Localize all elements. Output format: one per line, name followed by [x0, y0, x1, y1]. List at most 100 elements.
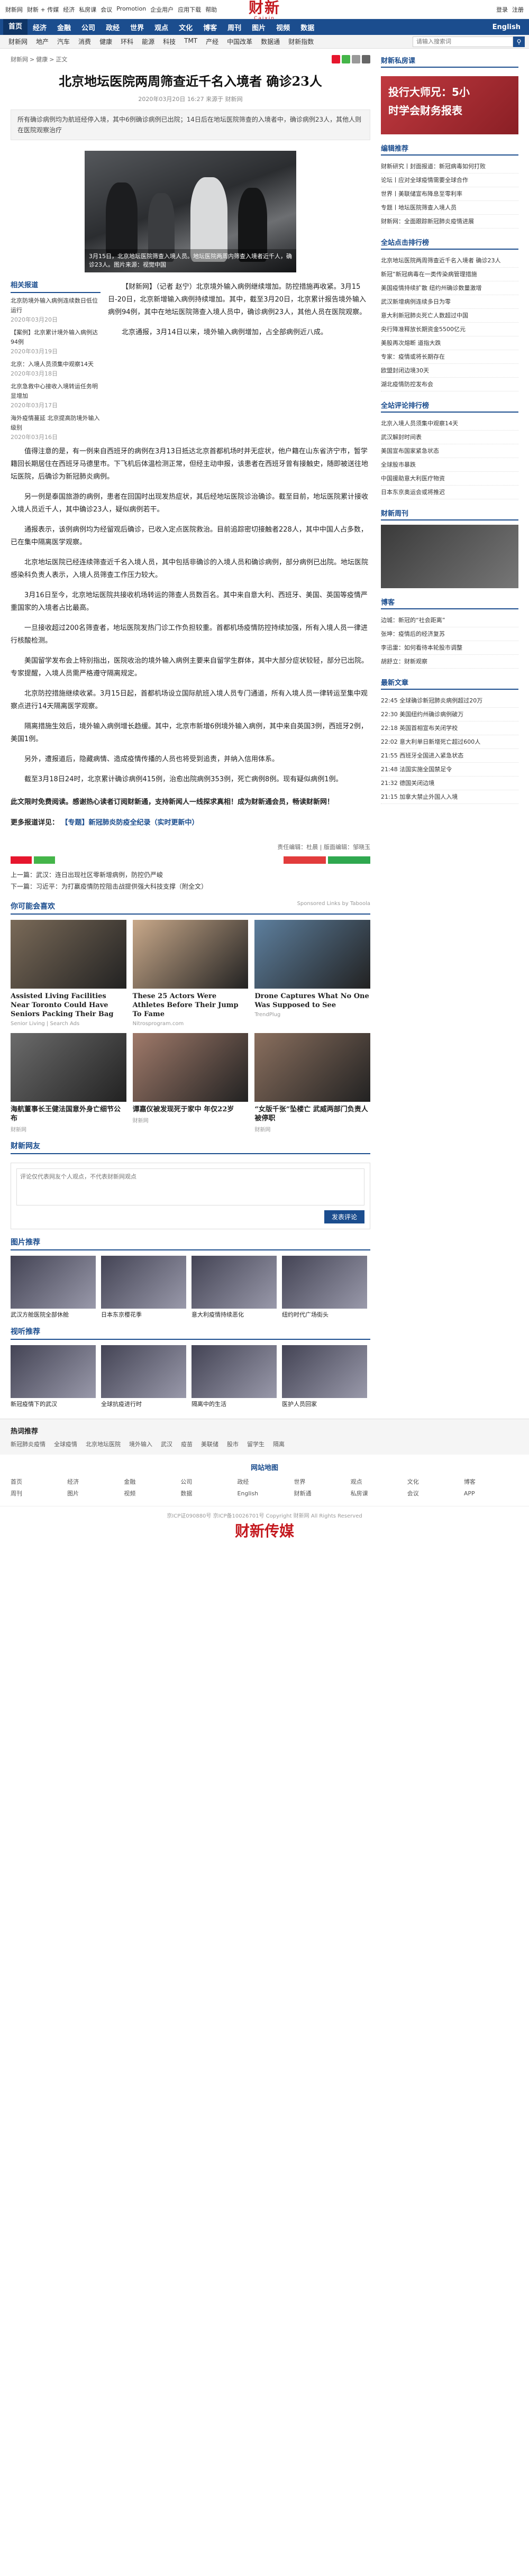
gallery-item[interactable]: 日本东京樱花季 — [101, 1256, 186, 1319]
sitemap-link[interactable]: 世界 — [294, 1477, 349, 1487]
sitemap-link[interactable]: 私房课 — [351, 1489, 405, 1499]
latest-rank-item[interactable]: 欧盟封闭边境30天 — [381, 364, 518, 378]
hot-word[interactable]: 武汉 — [161, 1440, 172, 1448]
sitemap-link[interactable]: 首页 — [11, 1477, 65, 1487]
top-link[interactable]: 私房课 — [79, 5, 96, 14]
latest-rank-item[interactable]: 专家：疫情或将长期存在 — [381, 350, 518, 364]
related-item-title[interactable]: 【案例】北京累计境外输入病例达94例 — [11, 328, 101, 347]
top-link[interactable]: 经济 — [63, 5, 75, 14]
print-icon[interactable] — [362, 55, 370, 63]
editor-pick-item[interactable]: 财新研究丨封面报道：新冠病毒如何打败 — [381, 160, 518, 173]
nav-item[interactable]: 经济 — [28, 22, 52, 32]
breadcrumb-item[interactable]: 财新网 — [11, 56, 28, 63]
gallery-thumb[interactable] — [101, 1256, 186, 1309]
breadcrumb-item[interactable]: 健康 — [36, 56, 48, 63]
sub-nav-item[interactable]: 汽车 — [53, 37, 74, 46]
sitemap-link[interactable]: 数据 — [180, 1489, 235, 1499]
comment-rank-item[interactable]: 全球股市暴跌 — [381, 458, 518, 472]
news-item[interactable]: 21:32 德国关闭边境 — [381, 777, 518, 790]
next-link[interactable]: 下一篇：习近平：为打赢疫情防控阻击战提供强大科技支撑（附全文） — [11, 881, 370, 892]
editor-pick-item[interactable]: 专题丨地坛医院筛查入境人员 — [381, 201, 518, 215]
related-item[interactable]: 【案例】北京累计境外输入病例达94例 2020年03月19日 — [11, 328, 101, 357]
news-item[interactable]: 22:02 意大利单日新增死亡超过600人 — [381, 735, 518, 749]
sitemap-link[interactable]: 公司 — [180, 1477, 235, 1487]
latest-rank-item[interactable]: 新冠”新冠病毒在一类传染病管理措施 — [381, 268, 518, 281]
top-link[interactable]: 帮助 — [205, 5, 217, 14]
gallery-item[interactable]: 纽约时代广场街头 — [282, 1256, 367, 1319]
weibo-share-icon[interactable] — [11, 856, 32, 864]
comment-rank-item[interactable]: 武汉解封时间表 — [381, 431, 518, 444]
sitemap-link[interactable]: 金融 — [124, 1477, 178, 1487]
brand-logo[interactable]: 财新 Caixin — [249, 0, 280, 21]
latest-rank-item[interactable]: 意大利新冠肺炎死亡人数超过中国 — [381, 309, 518, 323]
news-item[interactable]: 21:55 西班牙全国进入紧急状态 — [381, 749, 518, 763]
nav-item[interactable]: 世界 — [125, 22, 149, 32]
top-link[interactable]: 财新 + 传媒 — [27, 5, 59, 14]
ad-card[interactable]: Drone Captures What No One Was Supposed … — [254, 920, 370, 1027]
news-item[interactable]: 21:48 法国实施全国禁足令 — [381, 763, 518, 777]
weekly-cover[interactable] — [381, 525, 518, 588]
weibo-icon[interactable] — [332, 55, 340, 63]
gallery-caption[interactable]: 纽约时代广场街头 — [282, 1311, 367, 1319]
search-icon[interactable]: ⚲ — [513, 36, 525, 47]
top-link[interactable]: 企业用户 — [150, 5, 174, 14]
sub-nav-item[interactable]: 消费 — [74, 37, 95, 46]
top-link[interactable]: 会议 — [101, 5, 112, 14]
nav-item[interactable]: 视频 — [271, 22, 295, 32]
hot-word[interactable]: 境外输入 — [129, 1440, 152, 1448]
sitemap-link[interactable]: 经济 — [67, 1477, 122, 1487]
ad-title[interactable]: “女版千张”坠楼亡 武威两部门负责人被停职 — [254, 1105, 370, 1123]
video-caption[interactable]: 全球抗疫进行时 — [101, 1400, 186, 1408]
gallery-item[interactable]: 意大利疫情持续恶化 — [191, 1256, 277, 1319]
top-link[interactable]: 财新网 — [5, 5, 23, 14]
video-thumb[interactable] — [191, 1345, 277, 1398]
sub-nav-item[interactable]: 健康 — [95, 37, 116, 46]
video-item[interactable]: 全球抗疫进行时 — [101, 1345, 186, 1408]
hot-word[interactable]: 疫苗 — [181, 1440, 193, 1448]
ad-title[interactable]: Assisted Living Facilities Near Toronto … — [11, 992, 126, 1019]
ad-image[interactable] — [11, 1033, 126, 1102]
comment-rank-item[interactable]: 中国援助意大利医疗物资 — [381, 472, 518, 486]
blog-item[interactable]: 李迅雷：如何看待本轮股市调整 — [381, 641, 518, 655]
ad-card[interactable]: 谭嘉仪被发现死于家中 年仅22岁 财新网 — [132, 1033, 249, 1133]
ad-card[interactable]: Assisted Living Facilities Near Toronto … — [11, 920, 126, 1027]
ad-image[interactable] — [132, 1033, 249, 1102]
sub-nav-item[interactable]: 财新指数 — [284, 37, 318, 46]
nav-item[interactable]: 首页 — [3, 19, 28, 35]
gallery-caption[interactable]: 意大利疫情持续恶化 — [191, 1311, 277, 1319]
wechat-share-icon[interactable] — [34, 856, 55, 864]
sub-nav-item[interactable]: 数据通 — [257, 37, 284, 46]
nav-item[interactable]: 文化 — [174, 22, 198, 32]
nav-item[interactable]: 公司 — [76, 22, 101, 32]
comment-rank-item[interactable]: 日本东京奥运会或将推迟 — [381, 486, 518, 499]
gallery-caption[interactable]: 日本东京樱花季 — [101, 1311, 186, 1319]
comment-input[interactable] — [16, 1168, 364, 1205]
related-item-title[interactable]: 北京：入境人员须集中观察14天 — [11, 360, 101, 369]
register-link[interactable]: 注册 — [512, 5, 524, 14]
ad-title[interactable]: 谭嘉仪被发现死于家中 年仅22岁 — [133, 1105, 249, 1114]
nav-english[interactable]: English — [487, 23, 526, 31]
topic-link[interactable]: 【专题】新冠肺炎防疫全纪录（实时更新中） — [61, 819, 199, 827]
ad-card[interactable]: “女版千张”坠楼亡 武威两部门负责人被停职 财新网 — [254, 1033, 370, 1133]
sitemap-link[interactable]: 博客 — [464, 1477, 518, 1487]
latest-rank-item[interactable]: 湖北疫情防控发布会 — [381, 378, 518, 391]
nav-item[interactable]: 观点 — [149, 22, 174, 32]
related-item[interactable]: 北京急救中心接收入境转运任务明显增加 2020年03月17日 — [11, 382, 101, 410]
news-item[interactable]: 22:18 英国首相宣布关闭学校 — [381, 721, 518, 735]
ad-card[interactable]: 海航董事长王健法国意外身亡细节公布 财新网 — [11, 1033, 126, 1133]
nav-item[interactable]: 博客 — [198, 22, 222, 32]
video-item[interactable]: 新冠疫情下的武汉 — [11, 1345, 96, 1408]
video-thumb[interactable] — [11, 1345, 96, 1398]
sub-nav-item[interactable]: 能源 — [138, 37, 159, 46]
video-caption[interactable]: 新冠疫情下的武汉 — [11, 1400, 96, 1408]
top-link[interactable]: 应用下载 — [178, 5, 201, 14]
ad-title[interactable]: Drone Captures What No One Was Supposed … — [254, 992, 370, 1010]
gallery-item[interactable]: 武汉方舱医院全部休舱 — [11, 1256, 96, 1319]
gallery-thumb[interactable] — [282, 1256, 367, 1309]
related-item[interactable]: 北京防境外输入病例连续数日低位运行 2020年03月20日 — [11, 296, 101, 325]
editor-pick-item[interactable]: 财新网：全面跟踪新冠肺炎疫情进展 — [381, 215, 518, 229]
sitemap-link[interactable]: 会议 — [407, 1489, 462, 1499]
sub-nav-item[interactable]: 财新网 — [4, 37, 32, 46]
video-caption[interactable]: 医护人员回家 — [282, 1400, 367, 1408]
gallery-thumb[interactable] — [11, 1256, 96, 1309]
